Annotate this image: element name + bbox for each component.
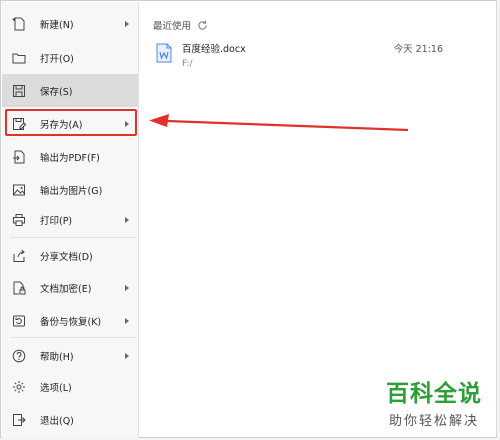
menu-divider <box>10 337 136 338</box>
menu-item-label: 输出为图片(G) <box>40 185 103 197</box>
save-icon <box>12 84 26 98</box>
menu-item-label: 帮助(H) <box>40 351 74 363</box>
export-pdf-icon <box>12 150 26 164</box>
watermark: 百科全说 助你轻松解决 <box>386 381 482 429</box>
word-document-icon <box>156 43 172 63</box>
watermark-title: 百科全说 <box>386 381 482 407</box>
recent-title: 最近使用 <box>153 21 192 32</box>
exit-icon <box>12 413 26 427</box>
menu-item-new[interactable]: 新建(N) <box>2 7 138 40</box>
file-time: 今天 21:16 <box>393 44 443 55</box>
share-icon <box>12 249 26 263</box>
menu-item-open[interactable]: 打开(O) <box>2 41 138 74</box>
menu-item-label: 备份与恢复(K) <box>40 316 102 328</box>
menu-item-options[interactable]: 选项(L) <box>2 370 138 403</box>
menu-item-label: 退出(Q) <box>40 415 74 427</box>
file-menu-sidebar: 新建(N) 打开(O) 保存(S) 另存为(A) 输出为PDF(F) 输出为图片… <box>2 2 139 438</box>
menu-item-backup[interactable]: 备份与恢复(K) <box>2 304 138 337</box>
menu-item-label: 新建(N) <box>40 19 74 31</box>
menu-item-export-image[interactable]: 输出为图片(G) <box>2 173 138 206</box>
file-menu-window: 新建(N) 打开(O) 保存(S) 另存为(A) 输出为PDF(F) 输出为图片… <box>0 0 497 438</box>
new-file-icon <box>12 17 26 31</box>
recent-file-item[interactable]: 百度经验.docx F:/ 今天 21:16 <box>151 38 481 70</box>
annotation-highlight-box <box>5 109 137 136</box>
chevron-right-icon <box>125 352 129 359</box>
help-icon <box>12 349 26 363</box>
menu-item-print[interactable]: 打印(P) <box>2 203 138 236</box>
chevron-right-icon <box>125 284 129 291</box>
chevron-right-icon <box>125 317 129 324</box>
refresh-icon[interactable] <box>197 20 208 31</box>
menu-item-label: 输出为PDF(F) <box>40 152 100 164</box>
file-path: F:/ <box>182 59 193 69</box>
menu-item-save[interactable]: 保存(S) <box>2 74 138 107</box>
file-name: 百度经验.docx <box>182 44 246 55</box>
chevron-right-icon <box>125 216 129 223</box>
printer-icon <box>12 213 26 227</box>
menu-divider <box>10 237 136 238</box>
recent-section-header: 最近使用 <box>153 18 208 32</box>
export-image-icon <box>12 183 26 197</box>
menu-item-label: 打开(O) <box>40 53 74 65</box>
menu-item-help[interactable]: 帮助(H) <box>2 339 138 372</box>
menu-item-exit[interactable]: 退出(Q) <box>2 403 138 436</box>
menu-item-label: 打印(P) <box>40 215 73 227</box>
chevron-right-icon <box>125 20 129 27</box>
menu-item-label: 选项(L) <box>40 382 72 394</box>
gear-icon <box>12 380 26 394</box>
watermark-subtitle: 助你轻松解决 <box>388 414 479 429</box>
folder-icon <box>12 51 26 65</box>
menu-item-label: 文档加密(E) <box>40 283 92 295</box>
menu-item-share[interactable]: 分享文档(D) <box>2 239 138 272</box>
menu-item-encrypt[interactable]: 文档加密(E) <box>2 271 138 304</box>
menu-item-label: 保存(S) <box>40 86 73 98</box>
annotation-arrow <box>149 114 409 132</box>
menu-item-label: 分享文档(D) <box>40 251 93 263</box>
menu-item-export-pdf[interactable]: 输出为PDF(F) <box>2 140 138 173</box>
backup-icon <box>12 314 26 328</box>
encrypt-icon <box>12 281 26 295</box>
